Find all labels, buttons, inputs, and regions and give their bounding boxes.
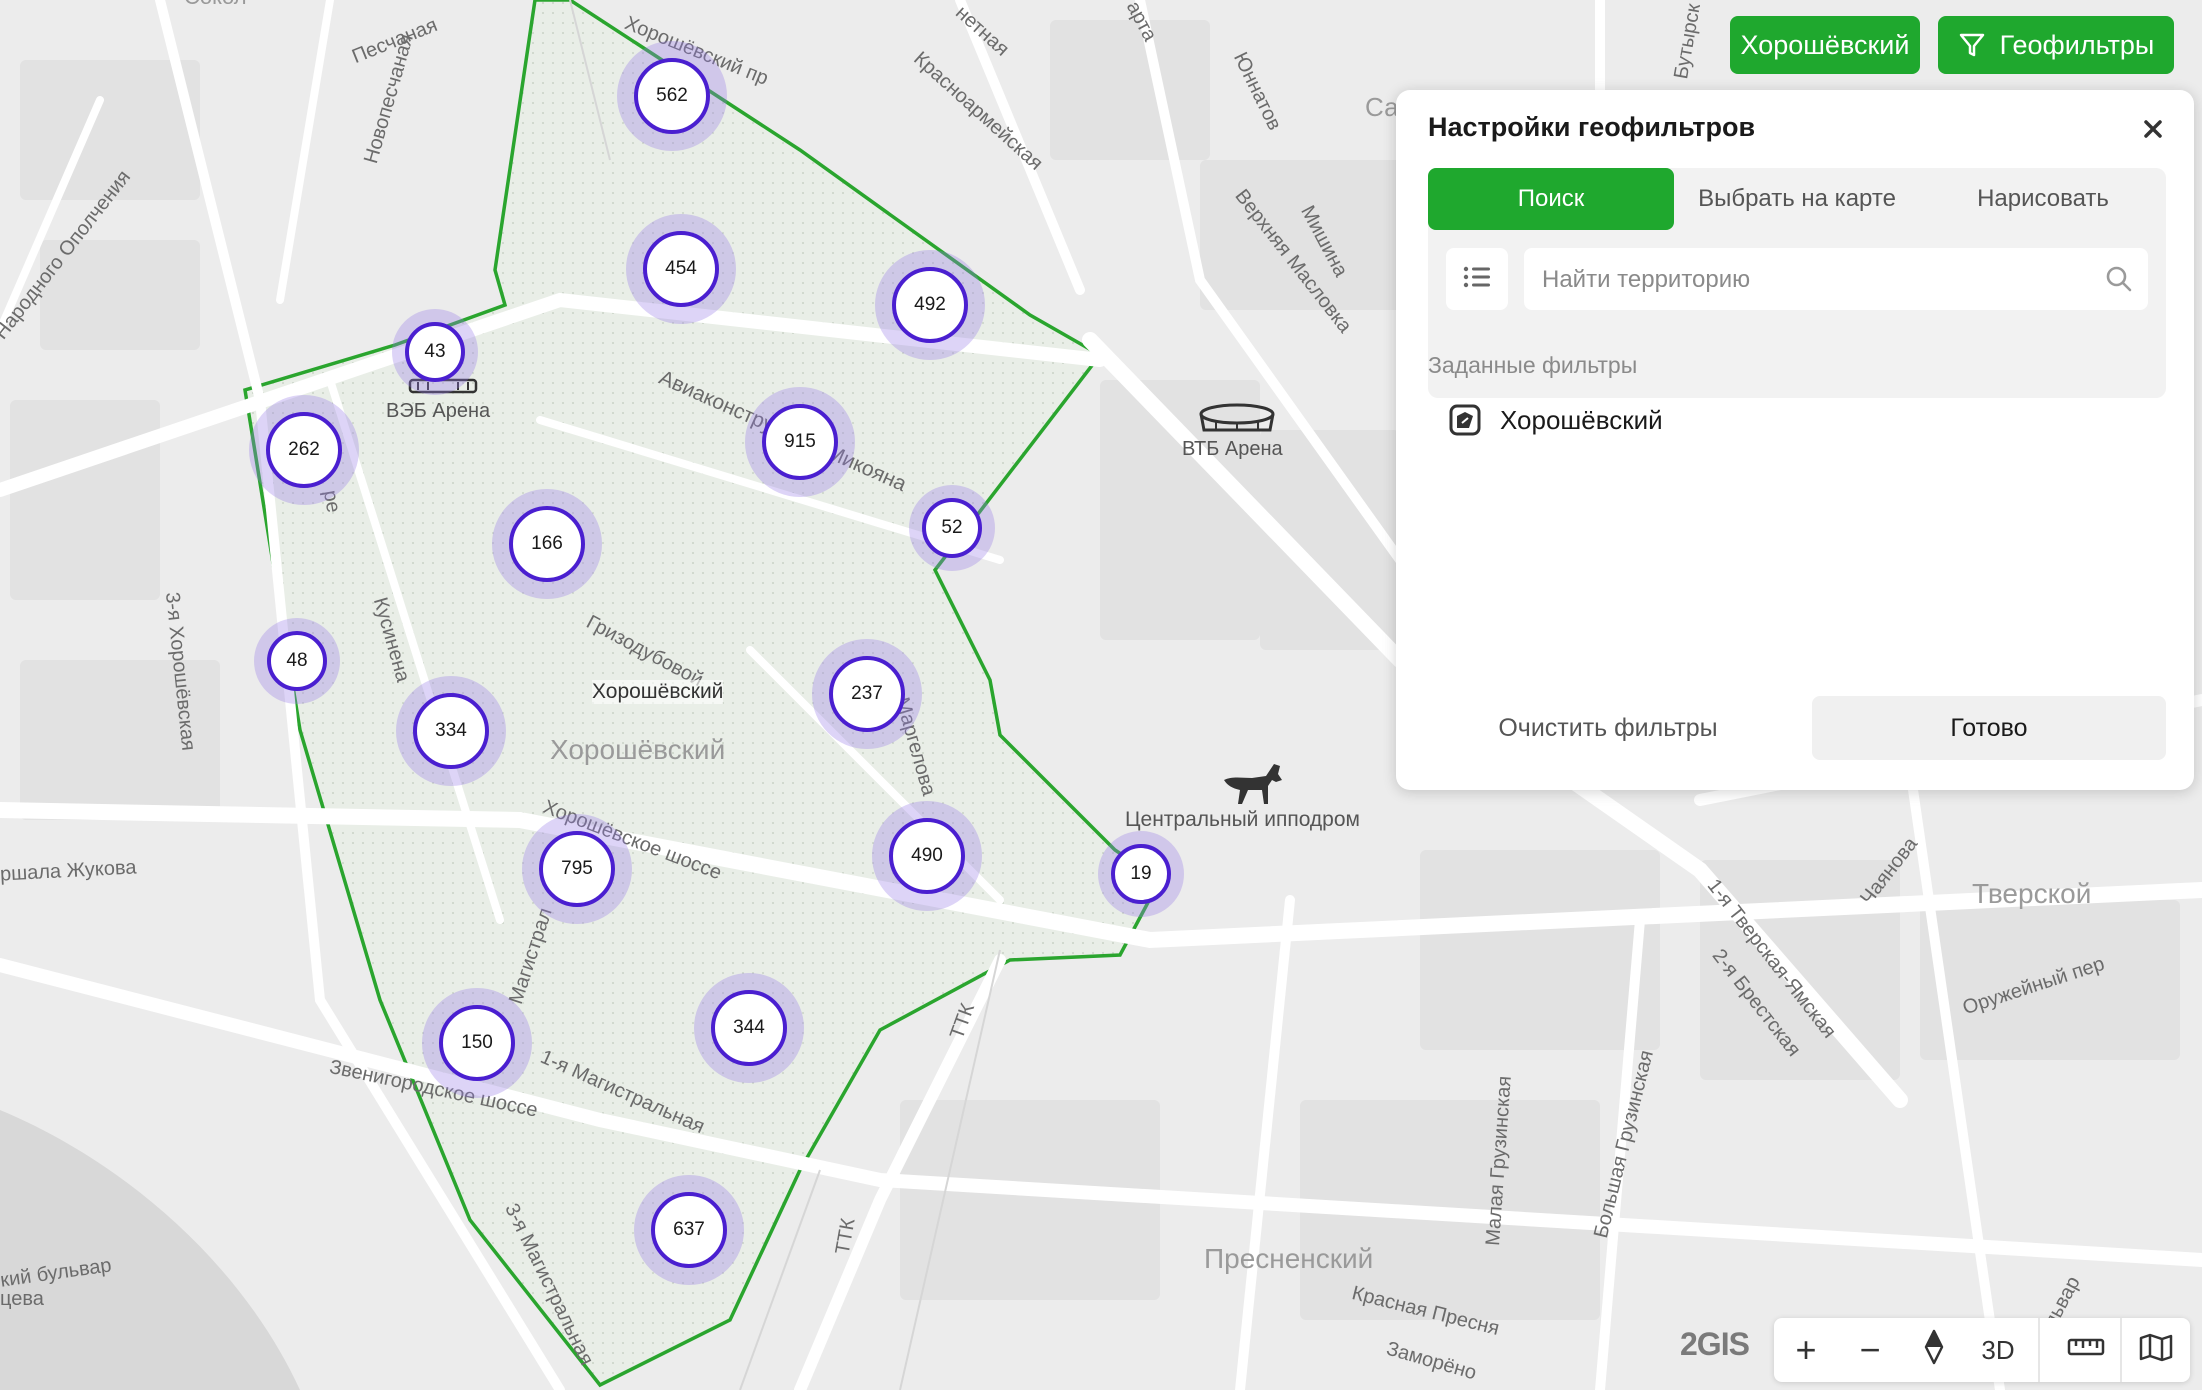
close-icon[interactable]	[2136, 112, 2170, 146]
cluster-marker[interactable]: 795	[522, 814, 632, 924]
cluster-count: 492	[892, 267, 968, 343]
territory-search	[1524, 248, 2148, 312]
zoom-out-button[interactable]: −	[1838, 1318, 1902, 1382]
cluster-marker[interactable]: 637	[634, 1175, 744, 1285]
cluster-marker[interactable]: 454	[626, 214, 736, 324]
2gis-logo: 2GIS	[1680, 1326, 1750, 1362]
list-icon	[1462, 265, 1492, 294]
done-button[interactable]: Готово	[1812, 696, 2166, 760]
cluster-marker[interactable]: 52	[909, 485, 995, 571]
cluster-marker[interactable]: 262	[249, 395, 359, 505]
district-filter-label: Хорошёвский	[1740, 29, 1910, 60]
tab-search[interactable]: Поиск	[1428, 168, 1674, 230]
cluster-count: 48	[267, 631, 327, 691]
cluster-count: 43	[405, 322, 465, 382]
geofilters-button[interactable]: Геофильтры	[1938, 16, 2174, 74]
label-district-name: Хорошёвский	[550, 734, 726, 765]
cluster-marker[interactable]: 334	[396, 676, 506, 786]
district-filter-button[interactable]: Хорошёвский	[1730, 16, 1920, 74]
compass-icon	[1922, 1329, 1946, 1372]
tab-draw[interactable]: Нарисовать	[1920, 168, 2166, 230]
panel-title: Настройки геофильтров	[1428, 112, 1756, 142]
tab-select-on-map[interactable]: Выбрать на карте	[1674, 168, 1920, 230]
compass-button[interactable]	[1902, 1318, 1966, 1382]
label-tseva: цева	[0, 1288, 44, 1310]
label-sa: Са	[1365, 92, 1399, 122]
search-icon[interactable]	[2104, 264, 2134, 294]
geofilter-settings-panel: Настройки геофильтров Поиск Выбрать на к…	[1396, 90, 2194, 790]
cluster-count: 915	[762, 404, 838, 480]
cluster-count: 262	[266, 412, 342, 488]
applied-filter-label: Хорошёвский	[1500, 404, 1663, 435]
cluster-count: 19	[1111, 844, 1171, 904]
arena-icon	[1196, 400, 1278, 443]
label-veb-arena: ВЭБ Арена	[386, 400, 491, 422]
cluster-count: 344	[711, 990, 787, 1066]
label-tverskoy: Тверской	[1972, 878, 2092, 909]
cluster-count: 637	[651, 1192, 727, 1268]
cluster-marker[interactable]: 237	[812, 639, 922, 749]
controls-divider	[2120, 1318, 2122, 1382]
cluster-marker[interactable]: 48	[254, 618, 340, 704]
cluster-count: 490	[889, 818, 965, 894]
map-controls: + − 3D	[1774, 1318, 2190, 1382]
cluster-marker[interactable]: 166	[492, 489, 602, 599]
applied-filter-item[interactable]: Хорошёвский	[1448, 400, 1663, 440]
cluster-count: 562	[634, 58, 710, 134]
3d-toggle-button[interactable]: 3D	[1966, 1318, 2030, 1382]
cluster-marker[interactable]: 492	[875, 250, 985, 360]
funnel-icon	[1958, 31, 1986, 59]
cluster-marker[interactable]: 915	[745, 387, 855, 497]
zoom-in-button[interactable]: +	[1774, 1318, 1838, 1382]
label-khoroshevskiy-small: Хорошёвский	[592, 680, 724, 704]
map-layers-button[interactable]	[2124, 1318, 2188, 1382]
cluster-marker[interactable]: 43	[392, 309, 478, 395]
cluster-count: 237	[829, 656, 905, 732]
list-view-button[interactable]	[1446, 248, 1508, 310]
cluster-marker[interactable]: 344	[694, 973, 804, 1083]
cluster-marker[interactable]: 562	[617, 41, 727, 151]
map-layers-icon	[2138, 1332, 2174, 1369]
cluster-count: 795	[539, 831, 615, 907]
horse-icon	[1218, 758, 1288, 813]
cluster-count: 454	[643, 231, 719, 307]
ruler-button[interactable]	[2054, 1318, 2118, 1382]
applied-filters-label: Заданные фильтры	[1428, 352, 1638, 378]
cluster-count: 150	[439, 1005, 515, 1081]
cluster-marker[interactable]: 490	[872, 801, 982, 911]
cluster-marker[interactable]: 150	[422, 988, 532, 1098]
geofilters-label: Геофильтры	[1999, 29, 2155, 60]
cluster-count: 166	[509, 506, 585, 582]
clear-filters-button[interactable]: Очистить фильтры	[1428, 696, 1788, 760]
ruler-icon	[2067, 1335, 2105, 1366]
label-presnenskiy: Пресненский	[1204, 1243, 1374, 1274]
cluster-count: 334	[413, 693, 489, 769]
district-polygon-icon	[1448, 403, 1482, 437]
cluster-marker[interactable]: 19	[1098, 831, 1184, 917]
controls-divider	[2038, 1318, 2040, 1382]
cluster-count: 52	[922, 498, 982, 558]
label-sokol: Сокол	[184, 0, 247, 10]
territory-search-input[interactable]	[1540, 248, 2084, 312]
